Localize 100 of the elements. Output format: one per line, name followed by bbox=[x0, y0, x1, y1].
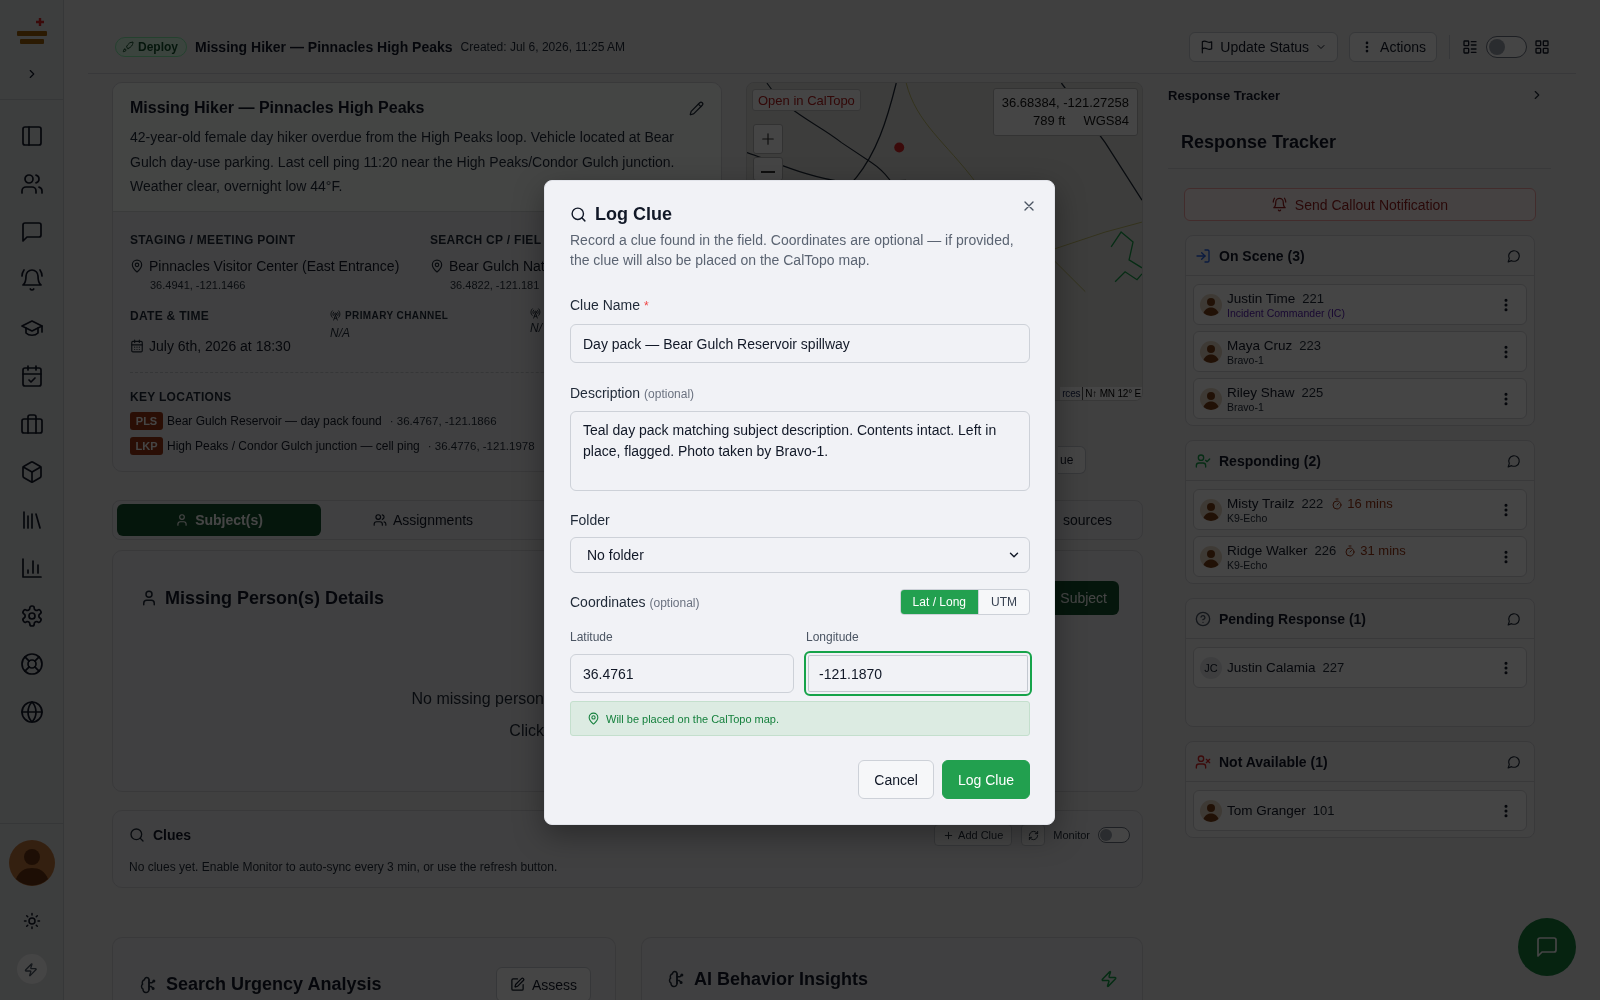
assess-button[interactable]: Assess bbox=[495, 967, 591, 1000]
cancel-button[interactable]: Cancel bbox=[858, 760, 934, 799]
dialog-description: Record a clue found in the field. Coordinates are optional — if provided, the clue will also be placed on the CalTopo map. bbox=[570, 231, 1015, 270]
map-pin-icon bbox=[130, 258, 144, 273]
box-icon[interactable] bbox=[19, 460, 44, 484]
users-icon[interactable] bbox=[19, 172, 44, 196]
optional-hint: (optional) bbox=[644, 386, 695, 403]
section-title: AI Behavior Insights bbox=[694, 968, 869, 990]
section-title: Clues bbox=[153, 827, 192, 843]
monitor-toggle[interactable] bbox=[1098, 827, 1130, 843]
incident-title: Missing Hiker — Pinnacles High Peaks bbox=[195, 38, 453, 55]
grid-view-icon[interactable] bbox=[1534, 38, 1550, 55]
cursor-coordinates: 36.68384, -121.27258 bbox=[1001, 94, 1129, 112]
search-icon bbox=[570, 205, 587, 223]
calendar-check-icon[interactable] bbox=[19, 364, 44, 388]
message-icon[interactable] bbox=[1507, 611, 1521, 626]
incident-description: 42-year-old female day hiker overdue from the High Peaks loop. Vehicle located at Bear Gulch day-use parking. Last cell ping 11:20 near the High Peaks/Condor Gulch junction. Weather clear, overnight low 44°F. bbox=[130, 128, 676, 196]
member-number: 223 bbox=[1299, 338, 1321, 353]
empty-state-text: No missing person bbox=[411, 689, 544, 709]
dialog-title: Log Clue bbox=[595, 203, 672, 225]
member-number: 225 bbox=[1301, 385, 1324, 400]
avatar-icon bbox=[1200, 545, 1222, 568]
member-number: 227 bbox=[1322, 660, 1345, 675]
field-label: Longitude bbox=[806, 629, 859, 645]
user-avatar-icon[interactable] bbox=[8, 840, 55, 886]
add-subject-button[interactable]: Subject bbox=[1054, 581, 1119, 615]
pencil-icon[interactable] bbox=[689, 100, 704, 116]
member-row[interactable]: Ridge Walker 226 31 mins K9-Echo bbox=[1193, 536, 1527, 577]
tab[interactable]: Assignments bbox=[321, 504, 525, 536]
location-name: Bear Gulch Reservoir — day pack found bbox=[167, 413, 382, 428]
sun-icon[interactable] bbox=[22, 912, 41, 930]
group-title: On Scene (3) bbox=[1219, 247, 1306, 264]
actions-button[interactable]: Actions bbox=[1349, 31, 1437, 62]
member-row[interactable]: Misty Trailz 222 16 mins K9-Echo bbox=[1193, 489, 1527, 530]
briefcase-icon[interactable] bbox=[19, 412, 44, 436]
member-row[interactable]: Riley Shaw 225 Bravo-1 bbox=[1193, 378, 1527, 419]
folder-select[interactable]: No folder bbox=[570, 537, 1030, 573]
sidebar-panel-icon[interactable] bbox=[19, 124, 44, 148]
member-role: K9-Echo bbox=[1227, 512, 1268, 524]
refresh-button[interactable] bbox=[1021, 824, 1046, 846]
location-tag: PLS bbox=[130, 411, 163, 430]
field-label: Clue Name bbox=[570, 296, 641, 314]
radio-tower-icon bbox=[330, 310, 341, 321]
coordinate-field[interactable]: 36.4761 bbox=[570, 654, 794, 693]
channel-value: N/A bbox=[330, 325, 350, 340]
log-clue-button[interactable]: Log Clue bbox=[941, 760, 1030, 799]
avatar-icon bbox=[1200, 498, 1222, 521]
clue-name-field[interactable]: Day pack — Bear Gulch Reservoir spillway bbox=[570, 324, 1030, 363]
chat-icon bbox=[1535, 935, 1559, 959]
map-action-button[interactable]: ue bbox=[1058, 446, 1087, 474]
group-title: Not Available (1) bbox=[1219, 753, 1329, 770]
coordinate-field[interactable]: -121.1870 bbox=[804, 651, 1032, 696]
users-icon bbox=[372, 513, 387, 527]
member-name: Justin Calamia bbox=[1227, 659, 1316, 676]
eta-text: 16 mins bbox=[1347, 496, 1393, 511]
bell-icon[interactable] bbox=[19, 268, 44, 292]
view-toggle[interactable] bbox=[1486, 35, 1527, 58]
message-icon[interactable] bbox=[19, 220, 44, 244]
list-view-icon[interactable] bbox=[1462, 38, 1478, 55]
member-role: K9-Echo bbox=[1227, 559, 1268, 571]
member-row[interactable]: Justin Time 221 Incident Commander (IC) bbox=[1193, 284, 1527, 325]
member-row[interactable]: Maya Cruz 223 Bravo-1 bbox=[1193, 331, 1527, 372]
field-label: STAGING / MEETING POINT bbox=[130, 231, 296, 248]
member-role: Incident Commander (IC) bbox=[1227, 307, 1345, 319]
brain-icon bbox=[668, 970, 686, 988]
field-label: Latitude bbox=[570, 629, 613, 645]
message-icon[interactable] bbox=[1507, 754, 1521, 769]
globe-icon[interactable] bbox=[19, 700, 44, 724]
update-status-button[interactable]: Update Status bbox=[1189, 31, 1339, 62]
description-field[interactable]: Teal day pack matching subject description. Contents intact. Left in place, flagged. Photo taken by Bravo-1. bbox=[570, 411, 1030, 491]
tab[interactable]: sources bbox=[1060, 504, 1138, 536]
zoom-out-button[interactable] bbox=[753, 157, 783, 181]
send-callout-button[interactable]: Send Callout Notification bbox=[1184, 188, 1536, 221]
map-pin-icon bbox=[587, 712, 600, 725]
timer-icon bbox=[1344, 544, 1357, 557]
optional-hint: (optional) bbox=[649, 594, 700, 612]
format-option[interactable]: Lat / Long bbox=[900, 590, 978, 614]
life-buoy-icon[interactable] bbox=[19, 652, 44, 676]
member-row[interactable]: Tom Granger 101 bbox=[1193, 790, 1527, 831]
field-label: SEARCH CP / FIEL bbox=[430, 231, 542, 248]
location-name: Bear Gulch Nat bbox=[449, 256, 545, 276]
field-label: DATE & TIME bbox=[130, 307, 210, 324]
sign-in-icon bbox=[1195, 247, 1211, 264]
incident-heading: Missing Hiker — Pinnacles High Peaks bbox=[130, 98, 425, 118]
group-title: Responding (2) bbox=[1219, 452, 1322, 469]
timer-icon bbox=[1331, 497, 1344, 510]
lightning-icon[interactable] bbox=[16, 954, 47, 984]
format-option[interactable]: UTM bbox=[978, 590, 1029, 614]
elevation-text: 789 ft bbox=[1032, 112, 1066, 130]
bar-chart-icon[interactable] bbox=[19, 556, 44, 580]
message-icon[interactable] bbox=[1507, 248, 1521, 263]
message-icon[interactable] bbox=[1507, 453, 1521, 468]
coordinates-text: · 36.4767, -121.1866 bbox=[389, 414, 497, 427]
tab[interactable]: Subject(s) bbox=[117, 504, 321, 536]
member-name: Tom Granger bbox=[1227, 802, 1306, 819]
plus-icon bbox=[943, 829, 955, 841]
avatar-icon bbox=[1200, 799, 1222, 822]
member-number: 221 bbox=[1302, 291, 1324, 306]
settings-icon[interactable] bbox=[19, 604, 44, 628]
user-icon bbox=[140, 589, 158, 607]
